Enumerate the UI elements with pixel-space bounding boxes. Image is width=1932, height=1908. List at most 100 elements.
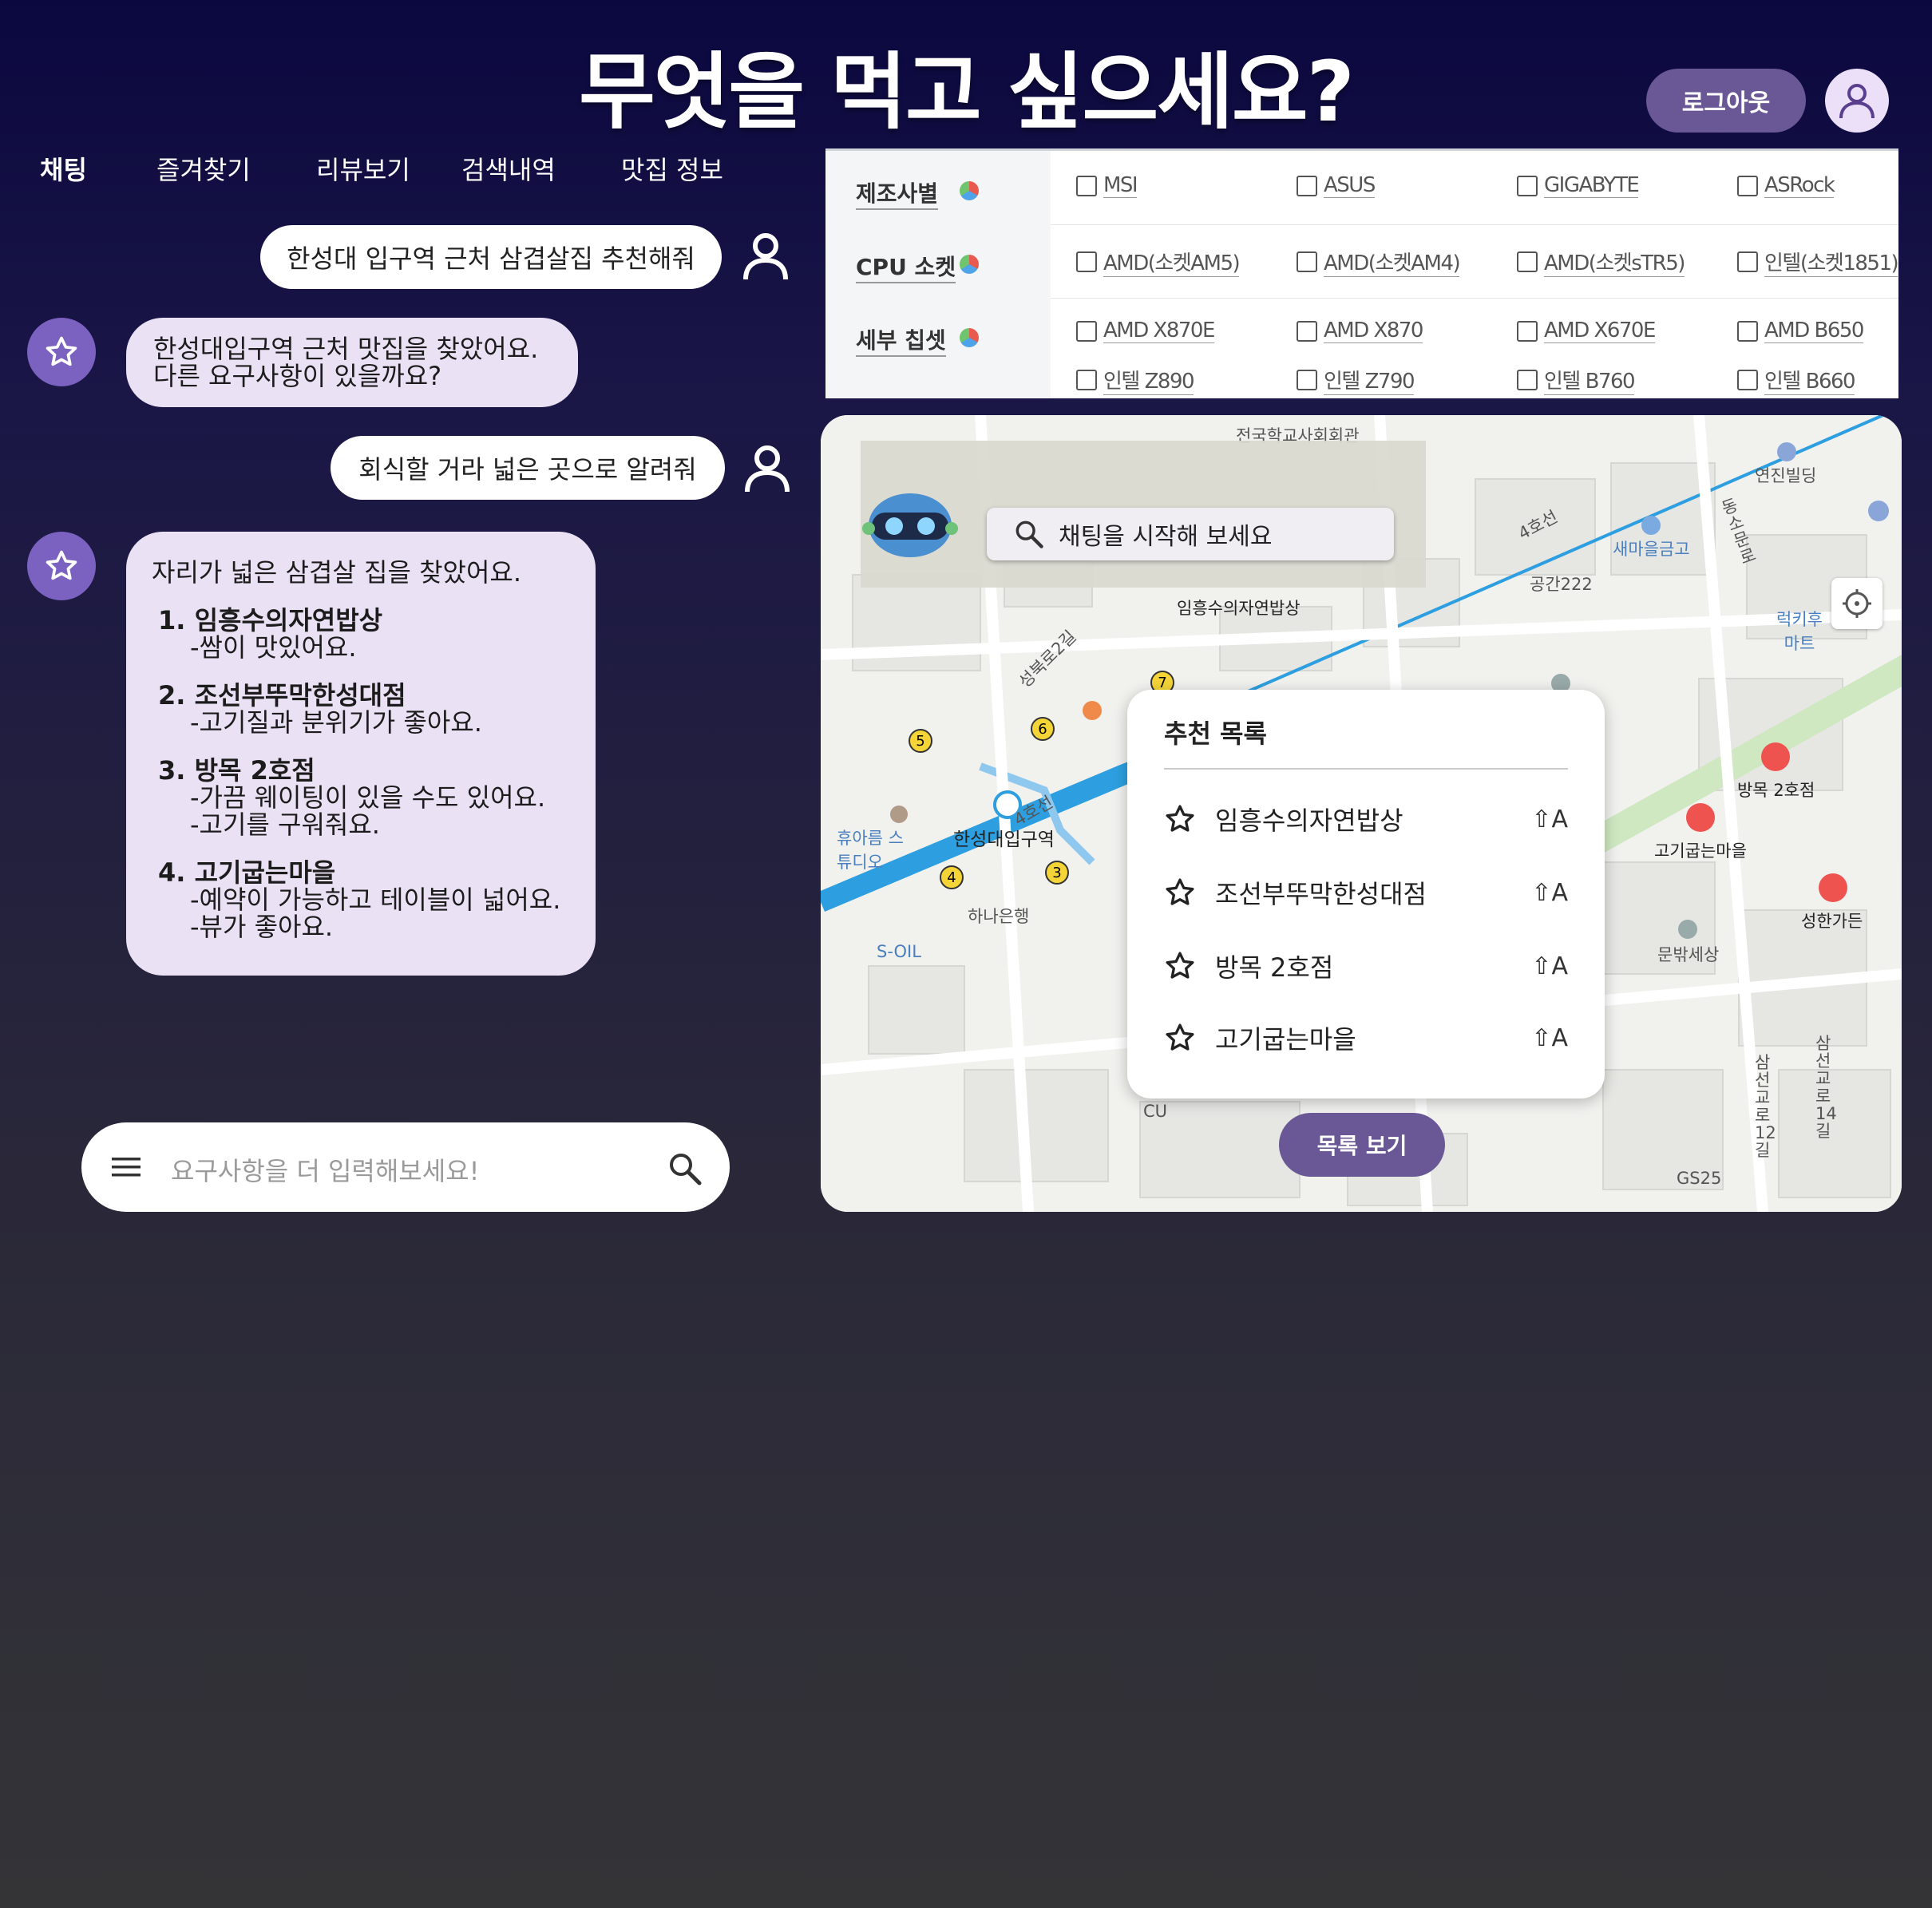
recommend-item[interactable]: 임흥수의자연밥상 ⇧A — [1164, 795, 1568, 843]
list-item-detail: -고기질과 분위기가 좋아요. — [190, 707, 482, 738]
user-message: 회식할 거라 넓은 곳으로 알려줘 — [331, 436, 725, 500]
bot-message-line: 다른 요구사항이 있을까요? — [153, 361, 442, 391]
list-item-title: 3. 방목 2호점 — [158, 755, 315, 786]
filter-option[interactable]: 인텔 Z790 — [1297, 365, 1415, 395]
tab-history[interactable]: 검색내역 — [461, 150, 556, 187]
filter-option[interactable]: AMD X870 — [1297, 319, 1423, 343]
star-icon — [46, 336, 77, 366]
filter-option[interactable]: AMD X670E — [1517, 319, 1656, 343]
bot-avatar — [27, 532, 96, 600]
page-title: 무엇을 먹고 싶으세요? — [579, 43, 1355, 141]
list-item: 3. 방목 2호점 -가끔 웨이팅이 있을 수도 있어요. -고기를 구워줘요. — [158, 757, 583, 838]
list-item-title: 2. 조선부뚜막한성대점 — [158, 680, 406, 711]
search-icon — [1015, 521, 1043, 548]
filter-option[interactable]: 인텔 B660 — [1737, 365, 1856, 395]
menu-icon[interactable] — [110, 1154, 142, 1180]
filter-row-header: 세부 칩셋 — [825, 298, 1051, 398]
user-message: 한성대 입구역 근처 삼겹살집 추천해줘 — [260, 225, 722, 289]
search-icon[interactable] — [667, 1151, 703, 1186]
user-icon — [743, 233, 788, 280]
logout-button[interactable]: 로그아웃 — [1646, 69, 1806, 133]
filter-option[interactable]: 인텔 Z890 — [1076, 365, 1195, 395]
map-label: 한성대입구역 — [953, 829, 1055, 850]
map-chat-search-label: 채팅을 시작해 보세요 — [1059, 523, 1273, 551]
star-icon[interactable] — [1164, 877, 1196, 908]
recommend-item-name: 조선부뚜막한성대점 — [1215, 879, 1427, 909]
list-item-detail: -고기를 구워줘요. — [190, 810, 380, 840]
filter-label: 세부 칩셋 — [856, 323, 946, 357]
filter-option[interactable]: MSI — [1076, 173, 1138, 198]
filter-option[interactable]: AMD(소켓AM5) — [1076, 247, 1241, 277]
user-icon — [745, 445, 790, 493]
recommend-title: 추천 목록 — [1164, 718, 1267, 749]
map-label: S-OIL — [877, 942, 921, 961]
filter-panel: 제조사별 MSI ASUS GIGABYTE ASRock CPU 소켓 AMD… — [825, 148, 1898, 398]
exit-number: 4 — [947, 869, 956, 886]
map-label: 삼선교로12길 — [1755, 1053, 1776, 1160]
map-label: CU — [1143, 1102, 1168, 1121]
map-label: 문밖세상 — [1657, 945, 1720, 964]
star-icon[interactable] — [1164, 1022, 1196, 1054]
bot-message: 자리가 넓은 삼겹살 집을 찾았어요. 1. 임흥수의자연밥상 -쌈이 맛있어요… — [126, 532, 596, 976]
list-item-detail: -가끔 웨이팅이 있을 수도 있어요. — [190, 782, 546, 813]
shortcut-hint: ⇧A — [1531, 805, 1568, 833]
recommend-item-name: 고기굽는마을 — [1215, 1024, 1356, 1055]
user-icon — [1839, 84, 1875, 119]
map-chat-search[interactable]: 채팅을 시작해 보세요 — [987, 508, 1394, 560]
robot-icon — [862, 493, 958, 557]
recommend-item[interactable]: 조선부뚜막한성대점 ⇧A — [1164, 869, 1568, 916]
recommend-item[interactable]: 방목 2호점 ⇧A — [1164, 942, 1568, 990]
map-label: 임흥수의자연밥상 — [1177, 599, 1301, 618]
filter-option[interactable]: ASRock — [1737, 173, 1835, 198]
list-item-detail: -쌈이 맛있어요. — [190, 632, 357, 663]
star-icon[interactable] — [1164, 950, 1196, 982]
profile-avatar[interactable] — [1825, 69, 1889, 133]
map-label: 새마을금고 — [1613, 540, 1690, 559]
star-icon[interactable] — [1164, 803, 1196, 835]
shortcut-hint: ⇧A — [1531, 952, 1568, 980]
recommend-item-name: 방목 2호점 — [1215, 952, 1334, 983]
list-item: 4. 고기굽는마을 -예약이 가능하고 테이블이 넓어요. -뷰가 좋아요. — [158, 859, 583, 940]
list-item-title: 4. 고기굽는마을 — [158, 857, 336, 888]
tab-chat[interactable]: 채팅 — [40, 150, 87, 187]
filter-option[interactable]: AMD B650 — [1737, 319, 1864, 343]
map-label: 럭키후 마트 — [1776, 610, 1823, 653]
filter-option[interactable]: 인텔(소켓1851) — [1737, 247, 1898, 277]
filter-row-header: 제조사별 — [825, 151, 1051, 224]
view-list-button[interactable]: 목록 보기 — [1279, 1113, 1445, 1177]
filter-option[interactable]: AMD(소켓AM4) — [1297, 247, 1461, 277]
exit-number: 7 — [1158, 675, 1166, 691]
tab-reviews[interactable]: 리뷰보기 — [316, 150, 410, 187]
map-label: 공간222 — [1530, 575, 1593, 594]
filter-option[interactable]: AMD X870E — [1076, 319, 1215, 343]
filter-option[interactable]: AMD(소켓sTR5) — [1517, 247, 1685, 277]
recommend-item[interactable]: 고기굽는마을 ⇧A — [1164, 1014, 1568, 1062]
map-label: 방목 2호점 — [1737, 781, 1815, 800]
filter-row: 제조사별 MSI ASUS GIGABYTE ASRock — [825, 151, 1898, 225]
map-label: 성한가든 — [1801, 912, 1863, 931]
list-item: 2. 조선부뚜막한성대점 -고기질과 분위기가 좋아요. — [158, 682, 583, 736]
chat-input[interactable]: 요구사항을 더 입력해보세요! — [171, 1151, 479, 1188]
star-icon — [46, 550, 77, 580]
filter-option[interactable]: 인텔 B760 — [1517, 365, 1636, 395]
map-label: 연진빌딩 — [1755, 466, 1817, 485]
bot-message: 한성대입구역 근처 맛집을 찾았어요. 다른 요구사항이 있을까요? — [126, 318, 578, 407]
divider — [1164, 768, 1568, 770]
crosshair-icon — [1843, 589, 1871, 618]
color-dot-icon — [960, 255, 979, 274]
bot-message-intro: 자리가 넓은 삼겹살 집을 찾았어요. — [152, 557, 522, 588]
filter-option[interactable]: GIGABYTE — [1517, 173, 1640, 198]
filter-option[interactable]: ASUS — [1297, 173, 1376, 198]
tab-restaurant-info[interactable]: 맛집 정보 — [621, 150, 723, 187]
shortcut-hint: ⇧A — [1531, 1023, 1568, 1052]
chat-input-bar[interactable]: 요구사항을 더 입력해보세요! — [81, 1122, 730, 1212]
tab-favorites[interactable]: 즐겨찾기 — [156, 150, 251, 187]
filter-row-header: CPU 소켓 — [825, 224, 1051, 298]
bot-avatar — [27, 318, 96, 386]
map-label: 하나은행 — [968, 907, 1030, 926]
shortcut-hint: ⇧A — [1531, 878, 1568, 907]
locate-button[interactable] — [1831, 578, 1883, 629]
map-label: GS25 — [1677, 1169, 1722, 1188]
filter-label: 제조사별 — [856, 176, 939, 210]
filter-row: CPU 소켓 AMD(소켓AM5) AMD(소켓AM4) AMD(소켓sTR5)… — [825, 224, 1898, 299]
